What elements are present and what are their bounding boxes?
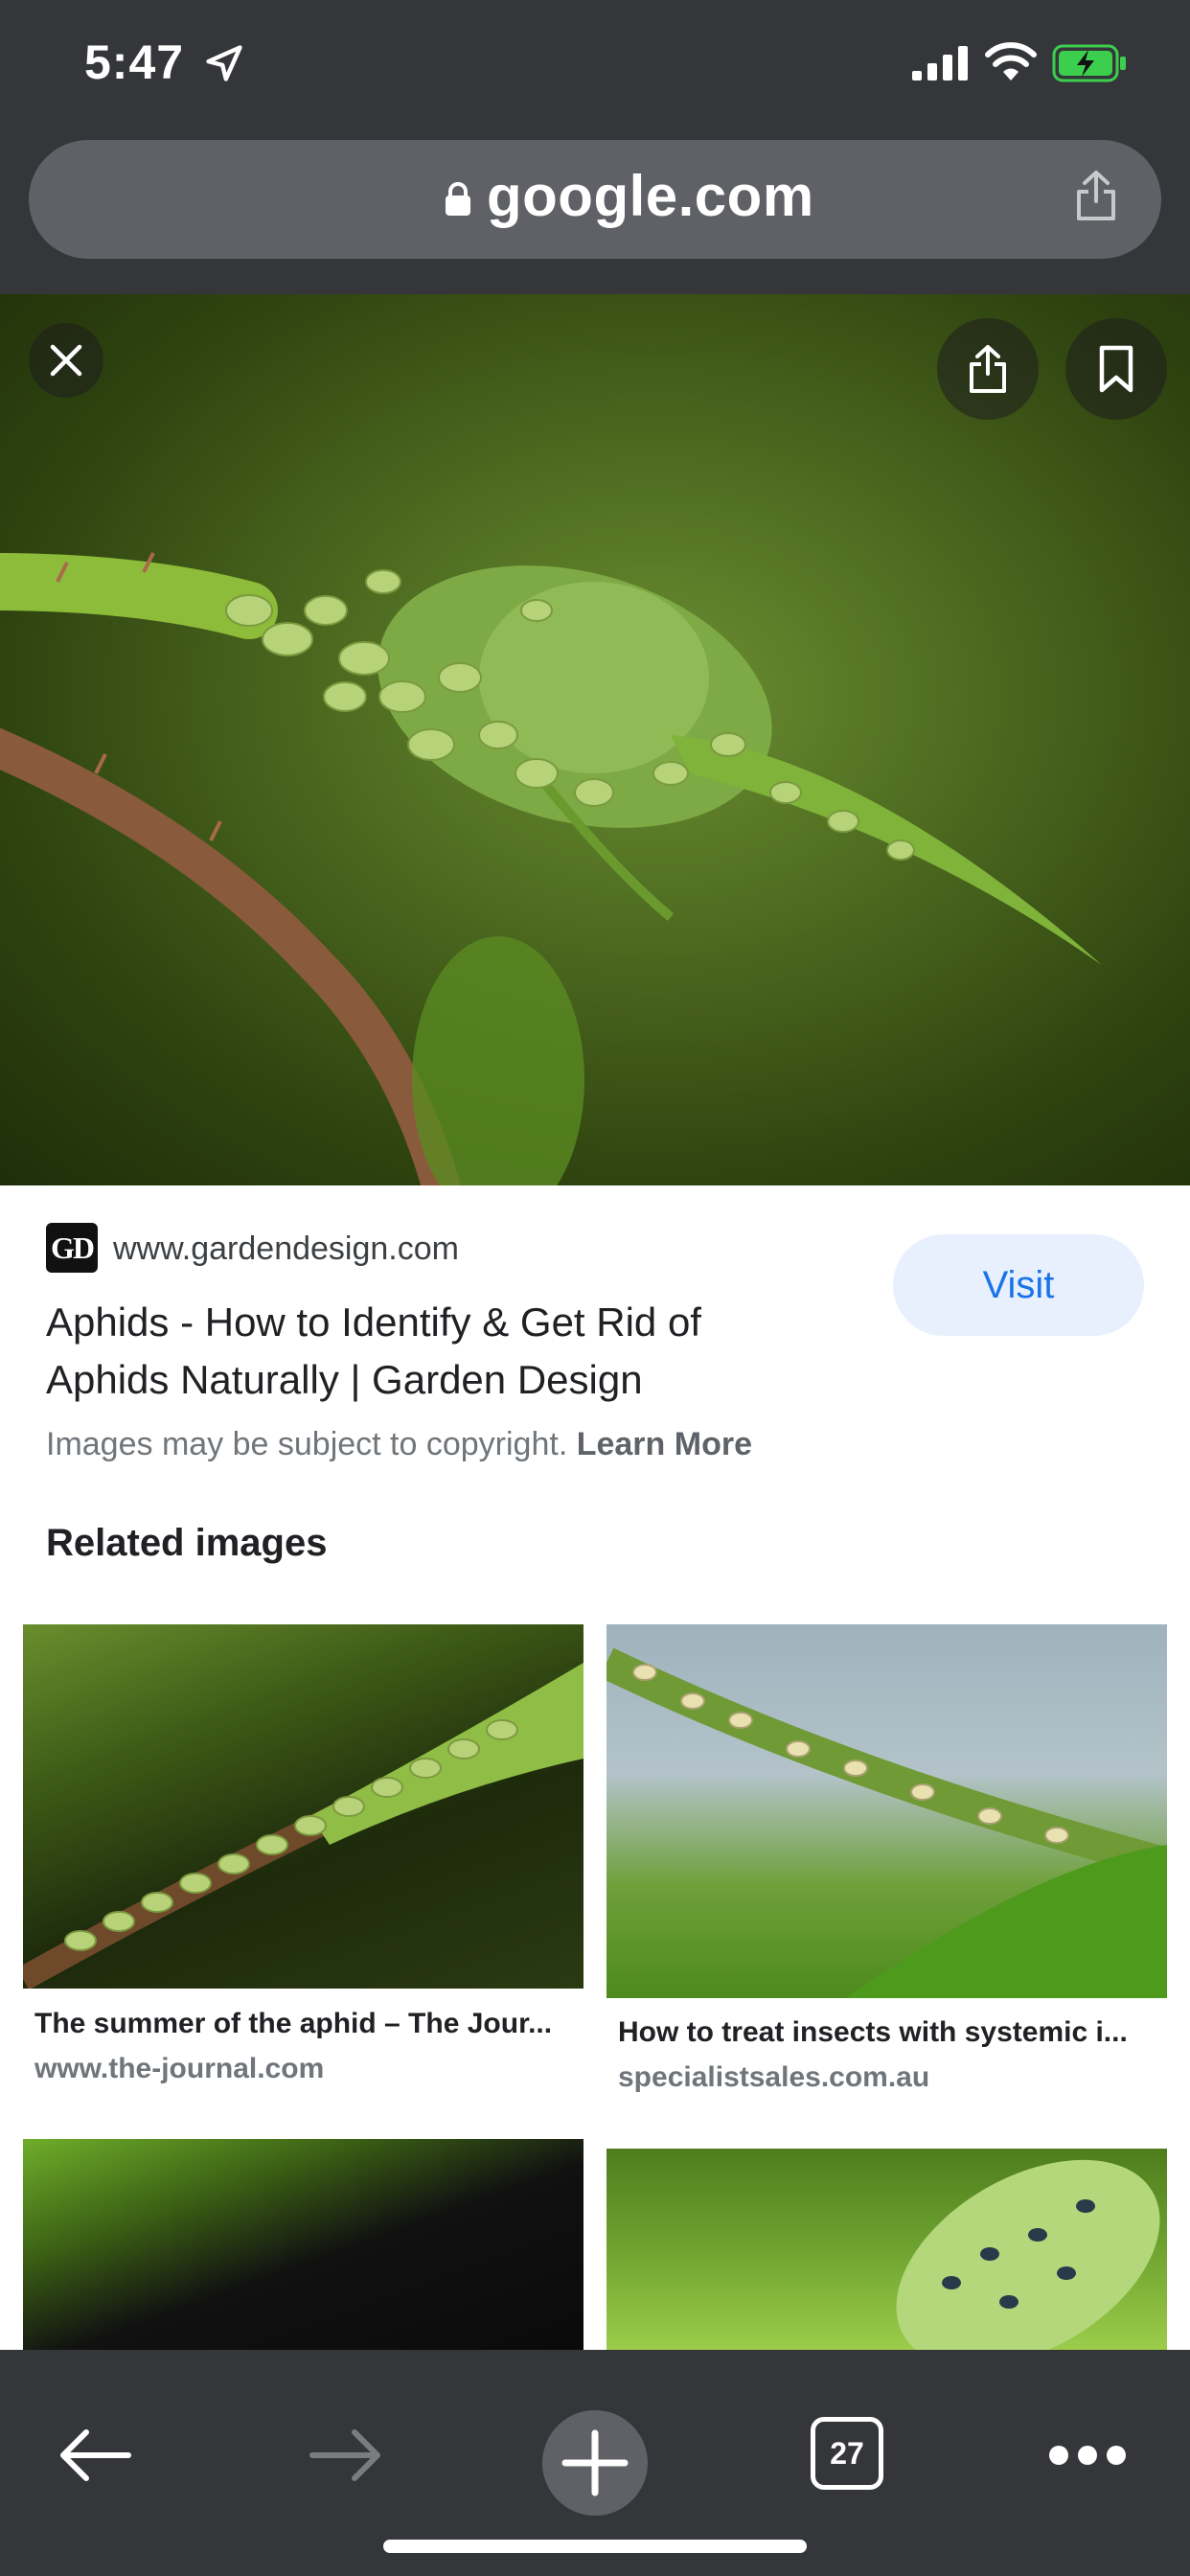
image-share-button[interactable]	[937, 318, 1039, 420]
wifi-icon	[985, 42, 1037, 80]
tab-switcher-button[interactable]: 27	[811, 2417, 883, 2490]
copyright-notice: Images may be subject to copyright. Lear…	[46, 1426, 752, 1463]
close-button[interactable]	[29, 323, 103, 398]
close-icon	[50, 344, 82, 377]
related-image-thumb[interactable]	[606, 1624, 1167, 1998]
status-time: 5:47	[84, 35, 185, 89]
home-indicator	[383, 2540, 807, 2553]
forward-arrow-icon	[309, 2429, 380, 2481]
forward-button[interactable]	[297, 2407, 393, 2503]
hero-image[interactable]	[0, 294, 1190, 1185]
related-image-thumb[interactable]	[606, 2149, 1167, 2350]
related-image-title[interactable]: The summer of the aphid – The Jour...	[34, 2008, 571, 2040]
lock-icon	[446, 182, 470, 216]
related-images-heading: Related images	[46, 1522, 328, 1564]
aphid-stem-photo	[23, 1663, 584, 1989]
top-chrome: 5:47 google.com	[0, 0, 1190, 294]
cellular-signal-icon	[912, 46, 968, 80]
location-arrow-icon	[206, 45, 242, 81]
aphid-stem-photo	[606, 1647, 1167, 1998]
plus-icon	[561, 2429, 629, 2496]
related-image-thumb[interactable]	[23, 1624, 584, 1989]
site-favicon: GD	[46, 1223, 98, 1273]
bookmark-icon	[1099, 345, 1133, 393]
visit-button[interactable]: Visit	[893, 1234, 1144, 1336]
result-title[interactable]: Aphids - How to Identify & Get Rid of Ap…	[46, 1294, 832, 1409]
copyright-text: Images may be subject to copyright.	[46, 1426, 568, 1462]
aphid-photo	[0, 552, 1102, 1185]
save-image-button[interactable]	[1065, 318, 1167, 420]
more-dots-icon	[1049, 2446, 1126, 2465]
related-image-title[interactable]: How to treat insects with systemic i...	[618, 2016, 1155, 2049]
learn-more-link[interactable]: Learn More	[577, 1426, 752, 1462]
back-arrow-icon	[60, 2429, 131, 2481]
back-button[interactable]	[48, 2407, 144, 2503]
aphid-bud-photo	[896, 2159, 1160, 2350]
address-url[interactable]: google.com	[487, 163, 814, 229]
related-image-source[interactable]: www.the-journal.com	[34, 2053, 324, 2085]
new-tab-button[interactable]	[542, 2410, 648, 2516]
source-domain[interactable]: www.gardendesign.com	[113, 1230, 459, 1268]
share-icon	[970, 345, 1006, 393]
related-image-thumb[interactable]	[23, 2139, 584, 2350]
bottom-toolbar: 27	[0, 2350, 1190, 2576]
more-menu-button[interactable]	[1035, 2407, 1140, 2503]
share-icon[interactable]	[1073, 169, 1119, 222]
address-bar[interactable]: google.com	[29, 140, 1161, 259]
related-image-source[interactable]: specialistsales.com.au	[618, 2061, 929, 2094]
battery-charging-icon	[1052, 44, 1126, 82]
